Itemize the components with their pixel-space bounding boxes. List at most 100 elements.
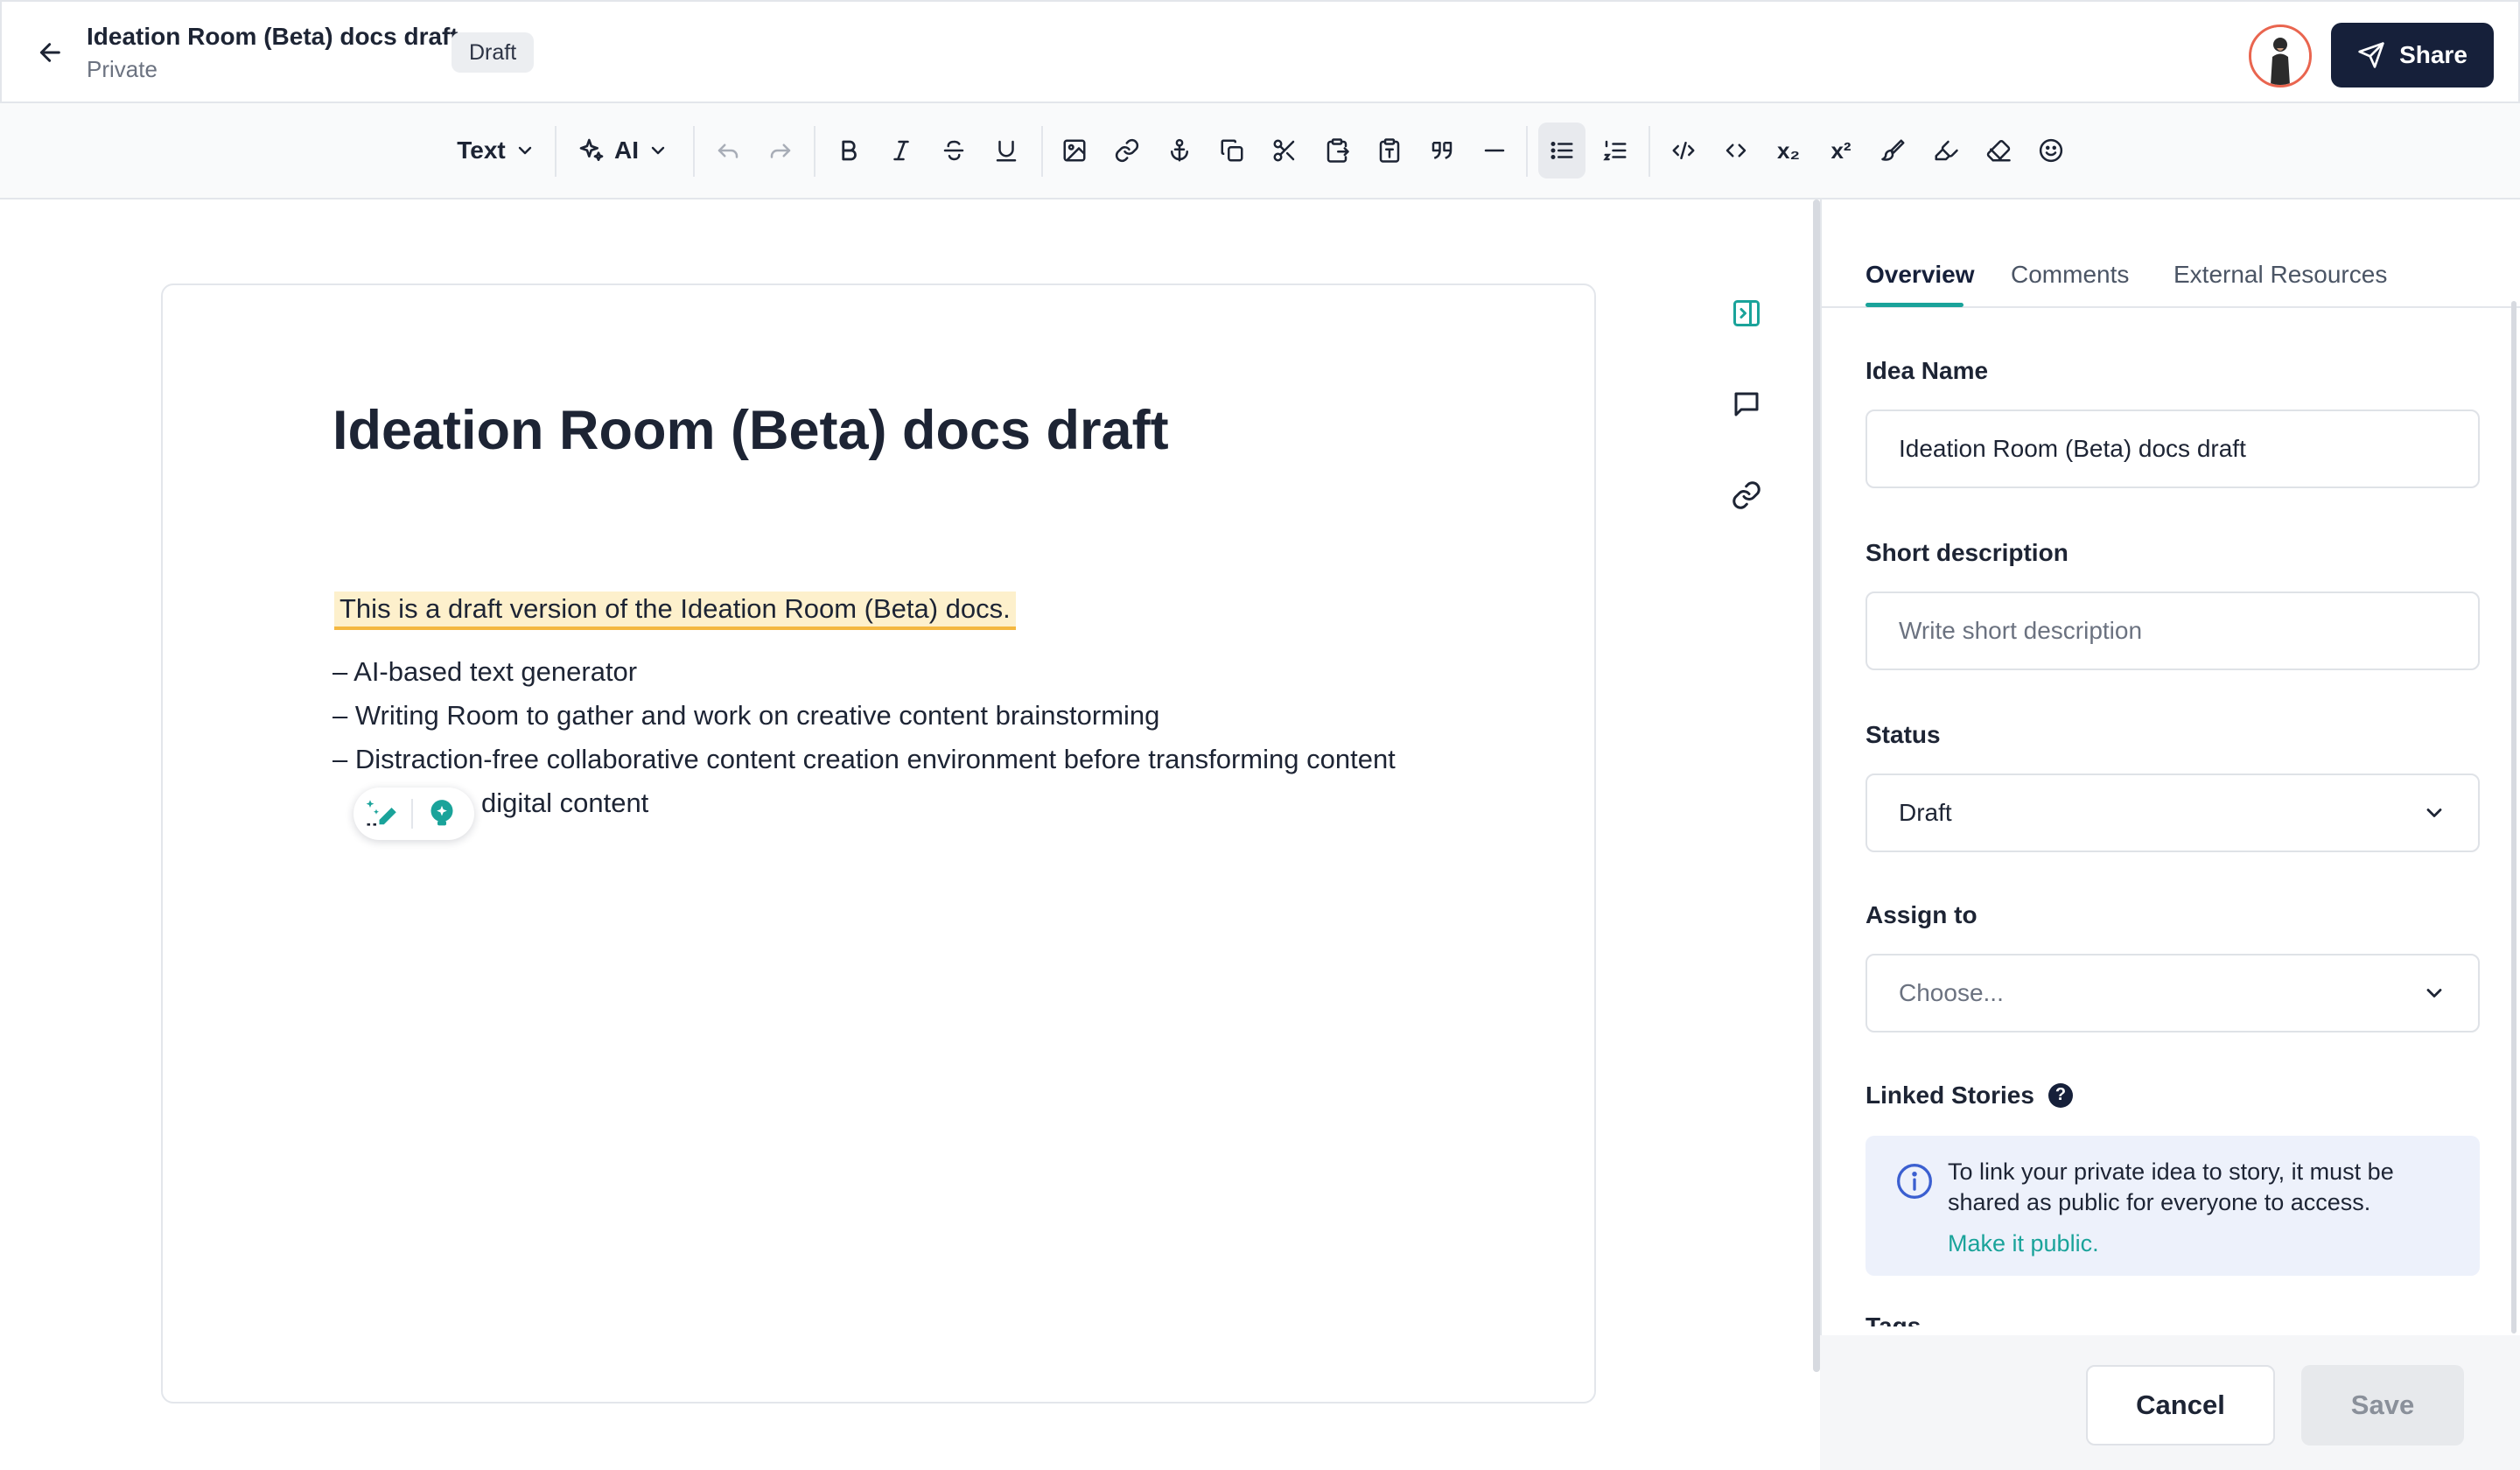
- underline-button[interactable]: [989, 122, 1024, 178]
- back-button[interactable]: [35, 37, 66, 68]
- italic-button[interactable]: [884, 122, 919, 178]
- inline-code-icon: [1726, 144, 1746, 158]
- avatar[interactable]: [2249, 24, 2312, 88]
- inline-code-button[interactable]: [1718, 122, 1754, 178]
- emoji-button[interactable]: [2034, 122, 2068, 178]
- cancel-button[interactable]: Cancel: [2086, 1365, 2275, 1446]
- list-item[interactable]: – Distraction-free collaborative content…: [332, 744, 1396, 775]
- ai-rewrite-button[interactable]: [354, 788, 411, 840]
- tab-external-resources[interactable]: External Resources: [2174, 261, 2387, 289]
- share-button[interactable]: Share: [2331, 23, 2494, 88]
- status-badge: Draft: [452, 32, 535, 73]
- text-style-label: Text: [457, 136, 506, 164]
- tags-label: Tags: [1866, 1312, 1922, 1326]
- copy-button[interactable]: [1214, 122, 1250, 178]
- brush-icon: [1881, 139, 1905, 161]
- active-tab-indicator: [1866, 303, 1964, 307]
- list-item[interactable]: – Writing Room to gather and work on cre…: [332, 700, 1159, 732]
- tab-comments[interactable]: Comments: [2011, 261, 2129, 289]
- horizontal-rule-button[interactable]: [1477, 122, 1512, 178]
- undo-icon: [718, 144, 738, 158]
- eraser-icon: [1986, 140, 2011, 162]
- document-visibility: Private: [87, 56, 158, 82]
- status-label: Status: [1866, 721, 1941, 748]
- list-item[interactable]: digital content: [481, 788, 648, 819]
- sparkles-icon: [579, 138, 604, 161]
- ai-idea-button[interactable]: [413, 788, 471, 840]
- comments-button[interactable]: [1727, 385, 1766, 424]
- share-label: Share: [2399, 41, 2468, 68]
- superscript-button[interactable]: x²: [1824, 122, 1858, 178]
- link-icon: [1732, 481, 1760, 509]
- insert-link-button[interactable]: [1110, 122, 1144, 178]
- assign-to-placeholder: Choose...: [1899, 979, 2004, 1006]
- linked-stories-label: Linked Stories?: [1866, 1082, 2073, 1110]
- insert-anchor-button[interactable]: [1162, 122, 1197, 178]
- bullet-list-button[interactable]: [1538, 122, 1586, 178]
- subscript-button[interactable]: x₂: [1771, 122, 1806, 178]
- send-icon: [2358, 42, 2384, 68]
- brush-button[interactable]: [1876, 122, 1911, 178]
- copy-icon: [1221, 139, 1243, 162]
- link-resources-button[interactable]: [1727, 476, 1766, 514]
- toolbar-divider: [1526, 126, 1528, 177]
- code-block-button[interactable]: [1666, 122, 1701, 178]
- redo-button[interactable]: [763, 122, 798, 178]
- highlighter-button[interactable]: [1928, 122, 1964, 178]
- cut-icon: [1273, 139, 1295, 162]
- arrow-left-icon: [39, 43, 60, 62]
- formatting-toolbar: Text AI x₂ x²: [0, 103, 2520, 200]
- strikethrough-button[interactable]: [936, 122, 971, 178]
- magic-pen-icon: [366, 800, 396, 826]
- assign-to-select[interactable]: Choose...: [1866, 954, 2480, 1032]
- idea-details-panel: Overview Comments External Resources Ide…: [1820, 200, 2520, 1470]
- status-select[interactable]: Draft: [1866, 774, 2480, 852]
- undo-button[interactable]: [710, 122, 746, 178]
- toggle-panel-button[interactable]: [1727, 294, 1766, 332]
- underline-icon: [996, 140, 1017, 162]
- linked-stories-info: To link your private idea to story, it m…: [1866, 1136, 2480, 1276]
- panel-scrollbar[interactable]: [2511, 301, 2516, 1334]
- text-style-dropdown[interactable]: Text: [444, 122, 548, 178]
- linked-stories-text: Linked Stories: [1866, 1082, 2034, 1109]
- numbered-list-icon: [1603, 140, 1627, 161]
- toolbar-divider: [693, 126, 695, 177]
- editor-scrollbar[interactable]: [1813, 200, 1820, 1372]
- blockquote-button[interactable]: [1424, 122, 1460, 178]
- bullet-list-icon: [1550, 142, 1573, 159]
- user-photo-icon: [2251, 27, 2309, 85]
- tab-overview[interactable]: Overview: [1866, 261, 1975, 289]
- eraser-button[interactable]: [1981, 122, 2016, 178]
- highlighted-text[interactable]: This is a draft version of the Ideation …: [334, 592, 1016, 630]
- idea-name-input[interactable]: Ideation Room (Beta) docs draft: [1866, 410, 2480, 488]
- highlighter-icon: [1935, 140, 1958, 161]
- quote-icon: [1432, 142, 1452, 159]
- document-title: Ideation Room (Beta) docs draft: [87, 23, 458, 50]
- bold-button[interactable]: [831, 122, 866, 178]
- chevron-down-icon: [651, 146, 665, 155]
- toolbar-divider: [814, 126, 816, 177]
- redo-icon: [770, 144, 791, 158]
- panel-footer: Cancel Save: [1820, 1335, 2520, 1470]
- emoji-icon: [2039, 138, 2063, 163]
- superscript-icon: x²: [1830, 136, 1852, 164]
- help-icon[interactable]: ?: [2048, 1082, 2073, 1108]
- short-description-label: Short description: [1866, 539, 2068, 566]
- document-heading[interactable]: Ideation Room (Beta) docs draft: [332, 399, 1169, 462]
- document-editor[interactable]: Ideation Room (Beta) docs draft This is …: [161, 284, 1596, 1404]
- italic-icon: [893, 140, 909, 161]
- chevron-down-icon: [2426, 808, 2442, 817]
- paste-icon: [1326, 138, 1349, 163]
- cut-button[interactable]: [1267, 122, 1302, 178]
- short-description-input[interactable]: Write short description: [1866, 592, 2480, 670]
- ai-inline-popover: [354, 788, 474, 840]
- paste-as-text-button[interactable]: [1372, 122, 1407, 178]
- make-public-link[interactable]: Make it public.: [1948, 1230, 2099, 1257]
- ai-dropdown[interactable]: AI: [574, 122, 672, 178]
- numbered-list-button[interactable]: [1598, 122, 1633, 178]
- save-button[interactable]: Save: [2301, 1365, 2464, 1446]
- list-item[interactable]: – AI-based text generator: [332, 656, 637, 688]
- insert-image-button[interactable]: [1057, 122, 1092, 178]
- paste-button[interactable]: [1320, 122, 1354, 178]
- subscript-icon: x₂: [1776, 136, 1800, 164]
